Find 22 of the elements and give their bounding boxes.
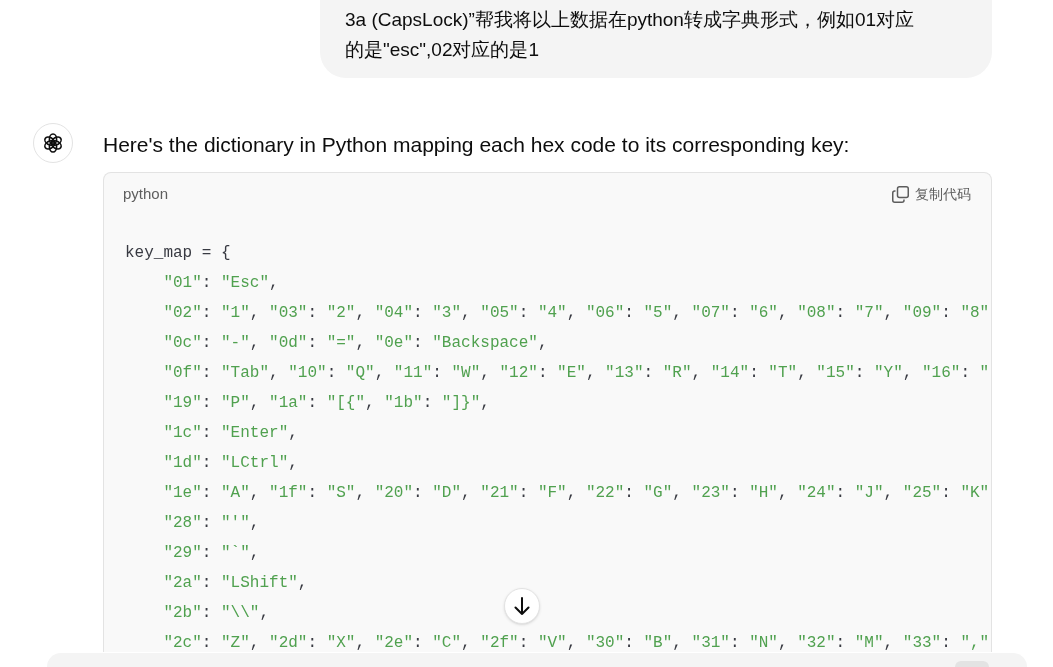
code-line: "2b": "\\", [162,604,270,622]
logo-icon [33,123,73,163]
code-line: "0c": "-", "0d": "=", "0e": "Backspace", [162,334,548,352]
code-line: "02": "1", "03": "2", "04": "3", "05": "4", "06": "5", "07": "6", "08": "7", "09": "8" [162,304,990,322]
code-line: "1d": "LCtrl", [162,454,298,472]
user-message-text: 3a (CapsLock)”帮我将以上数据在python转成字典形式，例如01对应的是"esc",02对应的是1 [345,8,916,62]
code-line: "01": "Esc", [162,274,279,292]
copy-icon [892,186,909,203]
code-line: key_map = { [125,244,231,262]
code-line: "0f": "Tab", "10": "Q", "11": "W", "12": "E", "13": "R", "14": "T", "15": "Y", "16": " [162,364,990,382]
code-line: "2c": "Z", "2d": "X", "2e": "C", "2f": "V", "30": "B", "31": "N", "32": "M", "33": "," [162,634,990,652]
code-language-label: python [123,184,169,205]
assistant-message-text: Here's the dictionary in Python mapping each hex code to its corresponding key: [103,132,850,158]
code-line: "1e": "A", "1f": "S", "20": "D", "21": "F", "22": "G", "23": "H", "24": "J", "25": "K" [162,484,990,502]
arrow-down-icon [514,597,530,615]
copy-code-button[interactable]: 复制代码 [892,184,971,205]
code-line: "1c": "Enter", [162,424,298,442]
code-line: "19": "P", "1a": "[{", "1b": "]}", [162,394,490,412]
message-input-field[interactable] [47,653,1027,667]
code-line: "28": "'", [162,514,260,532]
code-line: "2a": "LShift", [162,574,308,592]
code-line: "29": "`", [162,544,260,562]
